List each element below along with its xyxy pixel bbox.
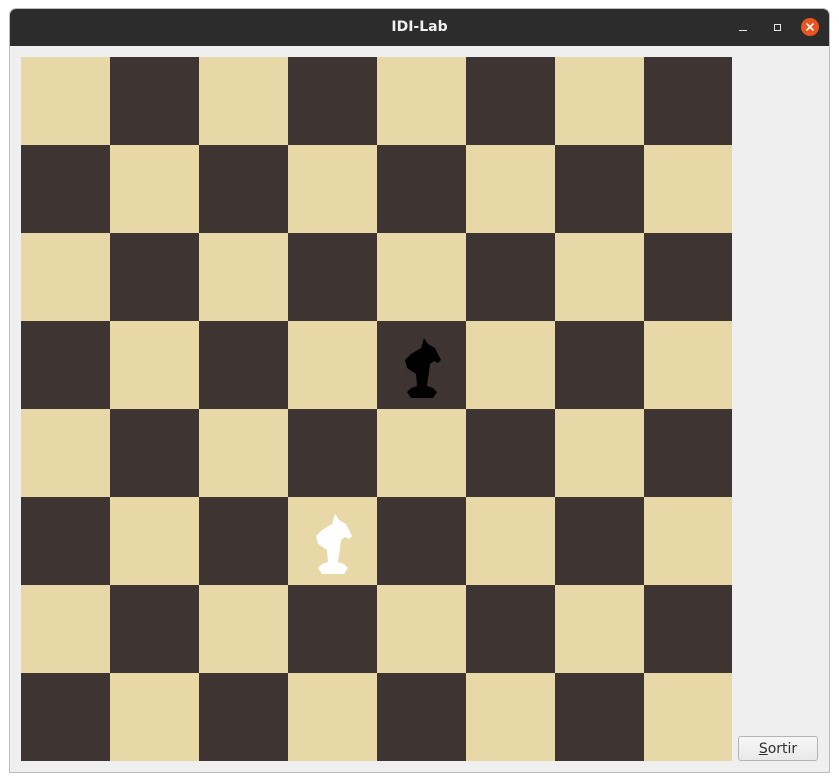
client-area: Sortir (10, 46, 829, 772)
board-square[interactable] (644, 321, 732, 409)
sortir-mnemonic: S (758, 740, 768, 757)
minimize-button[interactable] (734, 18, 752, 36)
minimize-icon (739, 29, 747, 31)
close-icon (806, 23, 814, 31)
window-title: IDI-Lab (391, 19, 448, 35)
board-square[interactable] (555, 321, 644, 409)
board-square[interactable] (644, 409, 732, 497)
board-square[interactable] (377, 585, 466, 673)
board-square[interactable] (199, 57, 288, 145)
board-square[interactable] (377, 673, 466, 761)
board-square[interactable] (110, 321, 199, 409)
close-button[interactable] (801, 18, 819, 36)
board-square[interactable] (377, 233, 466, 321)
board-square[interactable] (21, 409, 110, 497)
board-square[interactable] (21, 497, 110, 585)
board-square[interactable] (110, 409, 199, 497)
board-square[interactable] (466, 497, 555, 585)
board-square[interactable] (466, 321, 555, 409)
board-square[interactable] (199, 585, 288, 673)
board-square[interactable] (288, 145, 377, 233)
chess-board[interactable] (21, 57, 732, 761)
board-square[interactable] (110, 585, 199, 673)
board-square[interactable] (555, 145, 644, 233)
board-square[interactable] (466, 57, 555, 145)
board-square[interactable] (21, 233, 110, 321)
board-square[interactable] (288, 409, 377, 497)
board-square[interactable] (21, 57, 110, 145)
board-square[interactable] (110, 57, 199, 145)
board-square[interactable] (466, 673, 555, 761)
board-square[interactable] (110, 145, 199, 233)
board-square[interactable] (466, 585, 555, 673)
board-square[interactable] (644, 497, 732, 585)
board-square[interactable] (288, 233, 377, 321)
board-square[interactable] (466, 233, 555, 321)
board-square[interactable] (377, 409, 466, 497)
board-square[interactable] (288, 585, 377, 673)
board-square[interactable] (644, 585, 732, 673)
board-square[interactable] (377, 145, 466, 233)
board-square[interactable] (199, 145, 288, 233)
board-square[interactable] (21, 585, 110, 673)
app-window: IDI-Lab Sortir (9, 8, 830, 773)
board-square[interactable] (199, 233, 288, 321)
maximize-button[interactable] (768, 18, 786, 36)
maximize-icon (773, 23, 781, 31)
board-square[interactable] (555, 57, 644, 145)
board-square[interactable] (555, 409, 644, 497)
board-square[interactable] (377, 497, 466, 585)
board-square[interactable] (644, 57, 732, 145)
board-square[interactable] (644, 145, 732, 233)
board-square[interactable] (555, 497, 644, 585)
board-square[interactable] (110, 497, 199, 585)
black-knight[interactable] (377, 321, 466, 409)
board-square[interactable] (199, 497, 288, 585)
sortir-label: ortir (767, 740, 798, 757)
board-square[interactable] (199, 321, 288, 409)
board-square[interactable] (21, 321, 110, 409)
board-square[interactable] (21, 673, 110, 761)
sortir-button[interactable]: Sortir (738, 736, 818, 761)
board-square[interactable] (555, 585, 644, 673)
board-square[interactable] (466, 409, 555, 497)
white-knight[interactable] (288, 497, 377, 585)
board-square[interactable] (644, 673, 732, 761)
board-square[interactable] (110, 233, 199, 321)
board-square[interactable] (555, 673, 644, 761)
board-square[interactable] (644, 233, 732, 321)
board-square[interactable] (555, 233, 644, 321)
knight-icon (404, 338, 441, 398)
board-square[interactable] (288, 57, 377, 145)
board-square[interactable] (288, 321, 377, 409)
board-square[interactable] (110, 673, 199, 761)
board-square[interactable] (199, 673, 288, 761)
title-bar[interactable]: IDI-Lab (10, 9, 829, 46)
board-square[interactable] (21, 145, 110, 233)
board-square[interactable] (199, 409, 288, 497)
board-square[interactable] (377, 57, 466, 145)
board-square[interactable] (288, 673, 377, 761)
board-square[interactable] (466, 145, 555, 233)
knight-icon (315, 514, 352, 574)
